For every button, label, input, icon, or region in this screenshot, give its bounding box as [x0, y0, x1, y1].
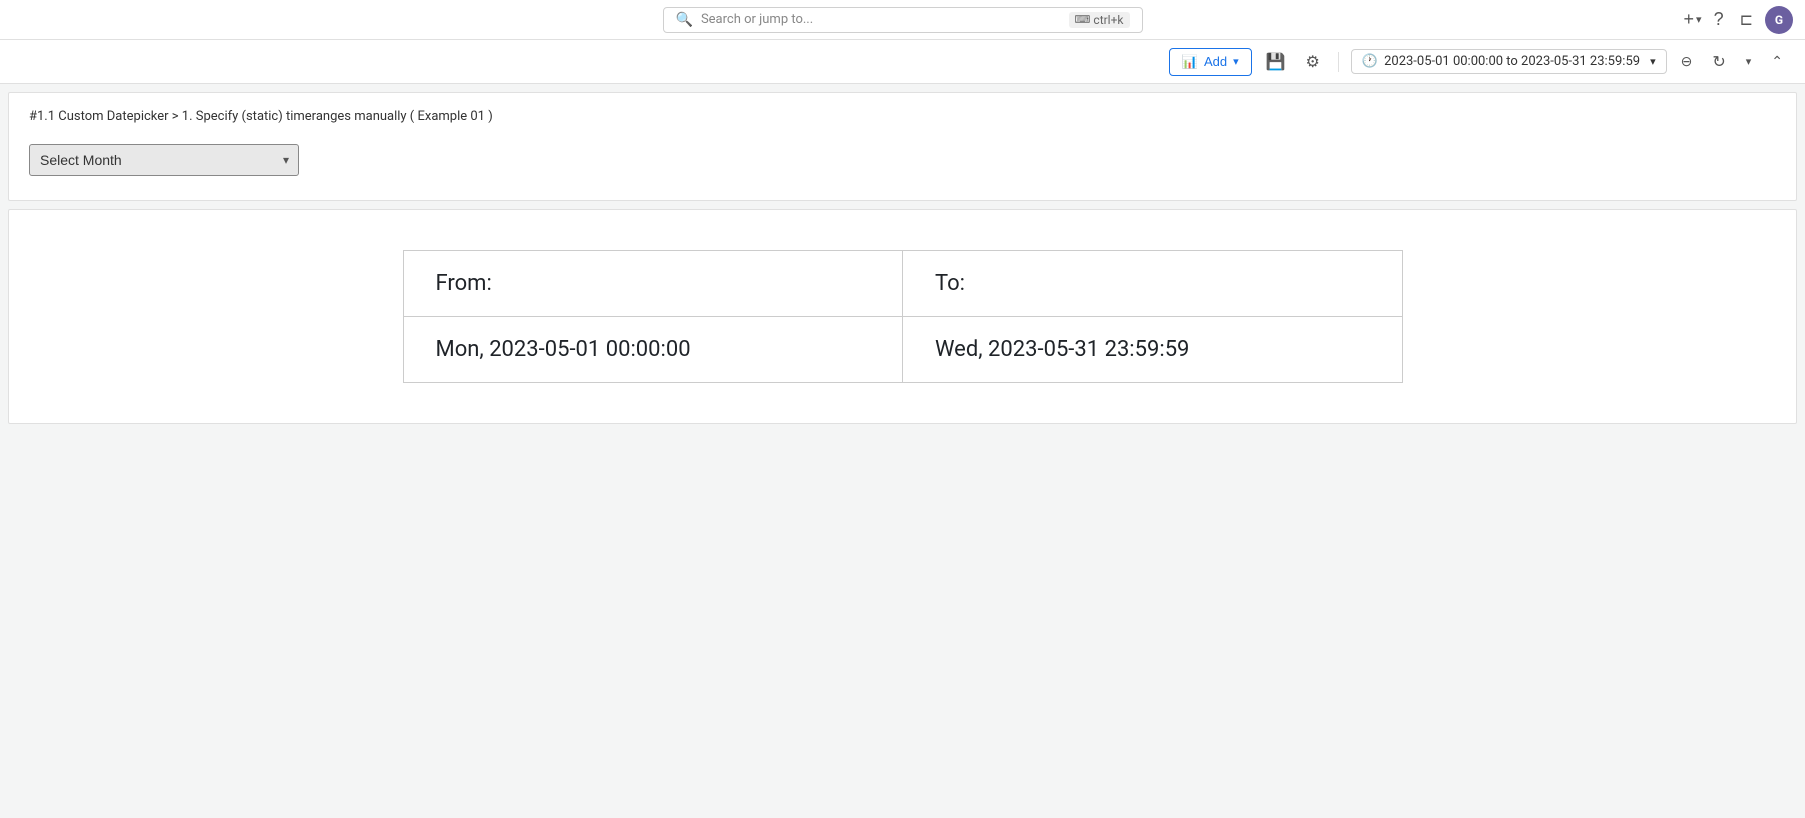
- more-chevron-icon: ▾: [1746, 55, 1752, 68]
- collapse-icon: ⌃: [1771, 53, 1783, 70]
- more-options-button[interactable]: ▾: [1740, 51, 1758, 72]
- zoom-out-button[interactable]: ⊖: [1675, 49, 1699, 74]
- top-right-icons: + ▾ ? ⊏ G: [1684, 6, 1793, 34]
- time-range-picker[interactable]: 🕐 2023-05-01 00:00:00 to 2023-05-31 23:5…: [1351, 49, 1667, 74]
- save-button[interactable]: 💾: [1260, 48, 1292, 76]
- main-content: #1.1 Custom Datepicker > 1. Specify (sta…: [0, 92, 1805, 424]
- table-row-values: Mon, 2023-05-01 00:00:00 Wed, 2023-05-31…: [403, 317, 1402, 383]
- clock-icon: 🕐: [1362, 54, 1378, 69]
- panel-datepicker-content: #1.1 Custom Datepicker > 1. Specify (sta…: [9, 93, 1796, 200]
- refresh-icon: ↻: [1712, 52, 1725, 72]
- search-shortcut: ⌨ ctrl+k: [1069, 12, 1130, 28]
- top-navigation-bar: 🔍 Search or jump to... ⌨ ctrl+k + ▾ ? ⊏ …: [0, 0, 1805, 40]
- search-bar[interactable]: 🔍 Search or jump to... ⌨ ctrl+k: [663, 7, 1143, 33]
- save-icon: 💾: [1266, 52, 1286, 72]
- from-label-cell: From:: [403, 251, 903, 317]
- panel-datepicker: #1.1 Custom Datepicker > 1. Specify (sta…: [8, 92, 1797, 201]
- add-label: Add: [1204, 54, 1227, 69]
- to-label-cell: To:: [903, 251, 1403, 317]
- keyboard-icon: ⌨: [1075, 13, 1091, 26]
- refresh-button[interactable]: ↻: [1706, 48, 1731, 76]
- avatar[interactable]: G: [1765, 6, 1793, 34]
- breadcrumb: #1.1 Custom Datepicker > 1. Specify (sta…: [29, 109, 1776, 124]
- panel-date-range-content: From: To: Mon, 2023-05-01 00:00:00 Wed, …: [9, 210, 1796, 423]
- settings-button[interactable]: ⚙: [1300, 48, 1326, 76]
- toolbar-right: 📊 Add ▾ 💾 ⚙ 🕐 2023-05-01 00:00:00 to 202…: [1169, 48, 1789, 76]
- to-value-cell: Wed, 2023-05-31 23:59:59: [903, 317, 1403, 383]
- select-month-dropdown[interactable]: Select Month January 2023 February 2023 …: [29, 144, 299, 176]
- separator: [1338, 52, 1339, 72]
- time-range-text: 2023-05-01 00:00:00 to 2023-05-31 23:59:…: [1384, 54, 1640, 69]
- plus-chevron-icon: ▾: [1696, 13, 1702, 26]
- search-icon: 🔍: [676, 12, 693, 28]
- zoom-out-icon: ⊖: [1681, 53, 1693, 70]
- select-month-wrapper: Select Month January 2023 February 2023 …: [29, 144, 299, 176]
- toolbar: 📊 Add ▾ 💾 ⚙ 🕐 2023-05-01 00:00:00 to 202…: [0, 40, 1805, 84]
- time-range-chevron-icon: ▾: [1650, 55, 1656, 68]
- rss-button[interactable]: ⊏: [1736, 8, 1757, 32]
- plus-button[interactable]: + ▾: [1684, 9, 1702, 30]
- table-row-labels: From: To:: [403, 251, 1402, 317]
- collapse-button[interactable]: ⌃: [1765, 49, 1789, 74]
- rss-icon: ⊏: [1740, 10, 1753, 30]
- help-icon: ?: [1714, 9, 1724, 30]
- plus-icon: +: [1684, 9, 1695, 30]
- date-range-table: From: To: Mon, 2023-05-01 00:00:00 Wed, …: [403, 250, 1403, 383]
- avatar-initials: G: [1775, 13, 1783, 27]
- search-placeholder: Search or jump to...: [701, 12, 813, 27]
- settings-icon: ⚙: [1306, 52, 1320, 72]
- from-value-cell: Mon, 2023-05-01 00:00:00: [403, 317, 903, 383]
- shortcut-text: ctrl+k: [1093, 13, 1123, 27]
- add-button[interactable]: 📊 Add ▾: [1169, 48, 1252, 76]
- add-chevron-icon: ▾: [1233, 55, 1239, 68]
- add-chart-icon: 📊: [1182, 54, 1198, 70]
- help-button[interactable]: ?: [1710, 7, 1728, 32]
- panel-date-range: From: To: Mon, 2023-05-01 00:00:00 Wed, …: [8, 209, 1797, 424]
